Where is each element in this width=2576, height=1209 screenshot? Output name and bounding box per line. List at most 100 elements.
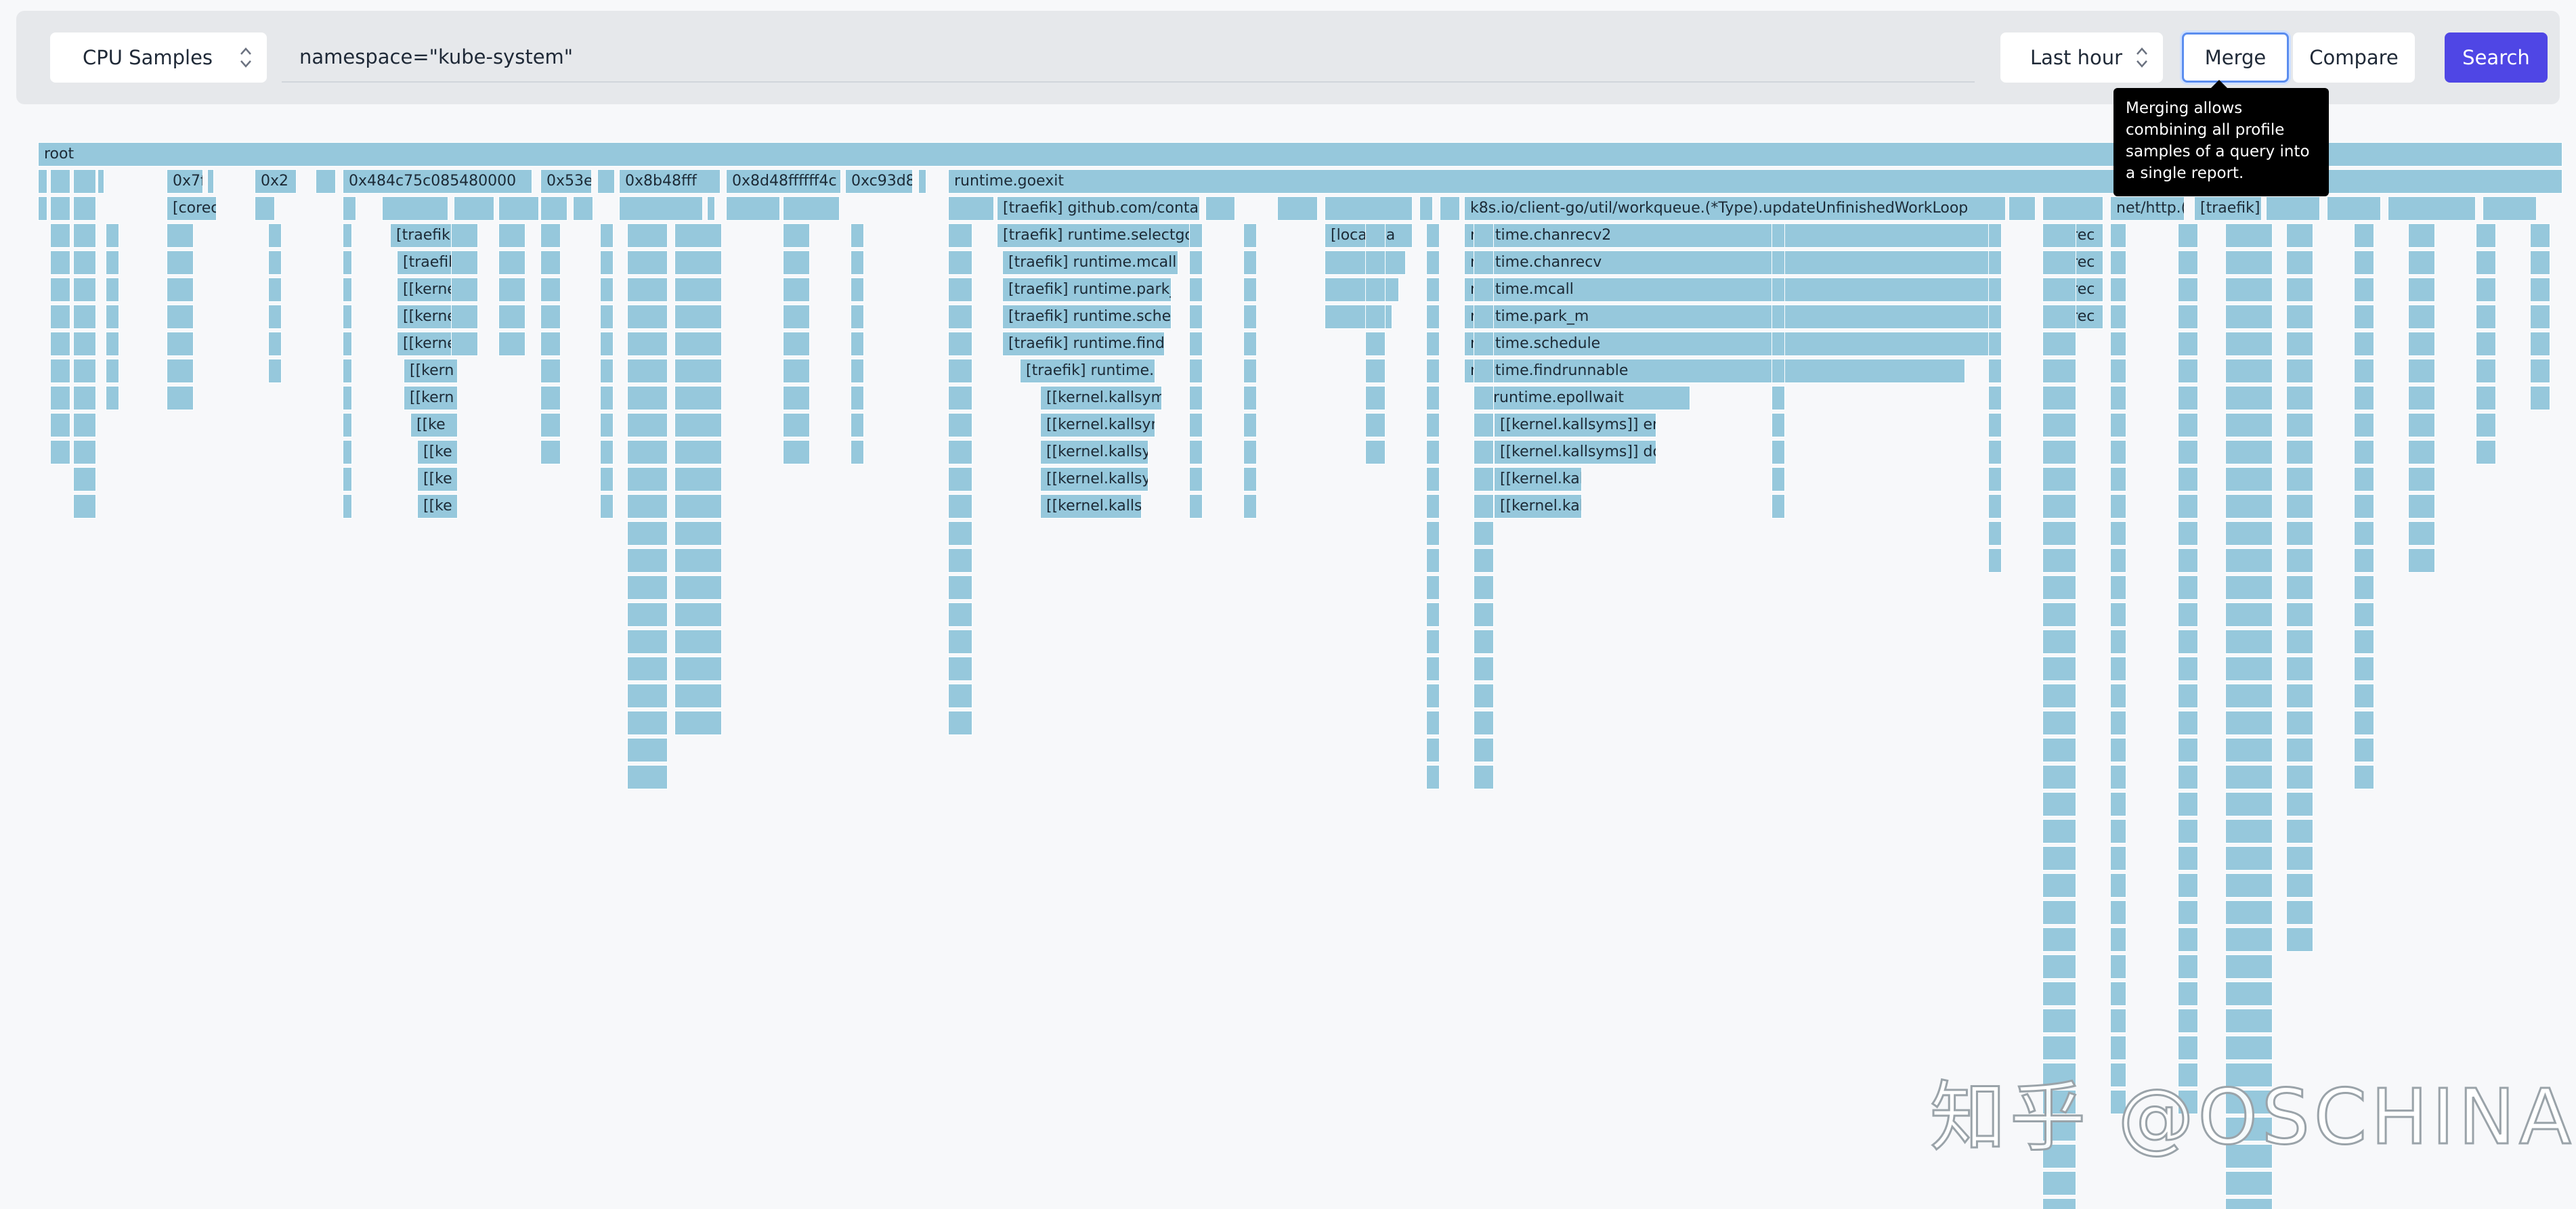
flame-frame[interactable] xyxy=(948,305,972,329)
flame-frame[interactable]: [[kernel.kallsyms] xyxy=(1494,467,1582,491)
flame-frame[interactable] xyxy=(600,386,614,410)
flame-frame[interactable] xyxy=(2178,278,2198,302)
flame-frame[interactable] xyxy=(2110,386,2126,410)
flame-frame[interactable] xyxy=(2042,413,2076,437)
flame-frame[interactable] xyxy=(2286,873,2313,898)
flame-frame[interactable] xyxy=(2286,711,2313,735)
flame-frame[interactable]: k8s.io/client-go/util/workqueue.(*Type).… xyxy=(1464,196,2006,221)
flame-frame[interactable] xyxy=(2286,900,2313,925)
flame-frame[interactable] xyxy=(2408,386,2435,410)
flame-frame[interactable] xyxy=(38,196,47,221)
flame-frame[interactable] xyxy=(627,630,668,654)
flame-frame[interactable] xyxy=(627,684,668,708)
flame-frame[interactable]: [[kerne xyxy=(397,332,458,356)
flame-frame[interactable] xyxy=(2354,413,2374,437)
flame-frame[interactable] xyxy=(343,278,352,302)
flame-frame[interactable] xyxy=(343,359,352,383)
flame-frame[interactable] xyxy=(674,684,722,708)
flame-frame[interactable] xyxy=(2110,575,2126,600)
flame-frame[interactable] xyxy=(540,386,561,410)
flame-frame[interactable] xyxy=(2225,1171,2273,1195)
flame-frame[interactable] xyxy=(2178,413,2198,437)
flame-frame[interactable] xyxy=(1988,494,2002,519)
flame-frame[interactable] xyxy=(948,413,972,437)
flame-frame[interactable] xyxy=(2225,278,2273,302)
flame-frame[interactable] xyxy=(2286,250,2313,275)
flame-frame[interactable] xyxy=(2286,846,2313,871)
flame-frame[interactable] xyxy=(2408,332,2435,356)
flame-frame[interactable] xyxy=(73,250,96,275)
flame-frame[interactable] xyxy=(2354,250,2374,275)
flame-frame[interactable] xyxy=(674,657,722,681)
flame-frame[interactable] xyxy=(2042,305,2076,329)
flame-frame[interactable] xyxy=(783,278,810,302)
flame-frame[interactable] xyxy=(2225,575,2273,600)
flame-frame[interactable] xyxy=(2042,792,2076,816)
flame-frame[interactable] xyxy=(498,223,525,248)
flame-frame[interactable]: [[ke xyxy=(417,440,458,464)
flame-frame[interactable] xyxy=(948,386,972,410)
flame-frame[interactable] xyxy=(1426,521,1440,546)
flame-frame[interactable] xyxy=(73,467,96,491)
flame-frame[interactable] xyxy=(2327,196,2381,221)
flame-frame[interactable]: [[ke xyxy=(417,467,458,491)
flame-frame[interactable] xyxy=(1365,440,1386,464)
flame-frame[interactable] xyxy=(1243,440,1257,464)
flame-frame[interactable] xyxy=(1474,332,1494,356)
flame-frame[interactable] xyxy=(627,738,668,762)
flame-frame[interactable] xyxy=(851,332,864,356)
flame-frame[interactable] xyxy=(50,196,70,221)
flame-frame[interactable] xyxy=(627,359,668,383)
flame-frame[interactable]: 0x8d48ffffff4c xyxy=(726,169,841,194)
flame-frame[interactable] xyxy=(167,386,194,410)
flame-frame[interactable] xyxy=(1426,467,1440,491)
flame-frame[interactable] xyxy=(540,332,561,356)
flame-frame[interactable] xyxy=(1426,548,1440,573)
flame-frame[interactable] xyxy=(627,575,668,600)
flame-frame[interactable]: 0x2 xyxy=(255,169,297,194)
flame-frame[interactable] xyxy=(627,440,668,464)
flame-frame[interactable] xyxy=(2178,711,2198,735)
flame-frame[interactable] xyxy=(948,684,972,708)
flame-frame[interactable] xyxy=(2042,1198,2076,1209)
flame-frame[interactable] xyxy=(948,440,972,464)
flame-frame[interactable] xyxy=(1243,250,1257,275)
flame-frame[interactable] xyxy=(2354,521,2374,546)
flame-frame[interactable] xyxy=(1772,413,1785,437)
flame-frame[interactable] xyxy=(2178,900,2198,925)
flame-frame[interactable] xyxy=(2225,982,2273,1006)
flame-frame[interactable] xyxy=(1189,359,1203,383)
flame-frame[interactable] xyxy=(2286,359,2313,383)
flame-frame[interactable] xyxy=(600,359,614,383)
flame-frame[interactable]: 0x53e xyxy=(540,169,592,194)
flame-frame[interactable] xyxy=(498,278,525,302)
flame-frame[interactable] xyxy=(627,657,668,681)
flame-frame[interactable] xyxy=(948,657,972,681)
flame-frame[interactable] xyxy=(1474,386,1494,410)
flame-frame[interactable] xyxy=(2266,196,2320,221)
flame-frame[interactable] xyxy=(167,305,194,329)
flame-frame[interactable] xyxy=(1772,359,1785,383)
flame-frame[interactable] xyxy=(2530,250,2550,275)
flame-frame[interactable] xyxy=(451,223,478,248)
flame-frame[interactable] xyxy=(540,278,561,302)
flame-frame[interactable] xyxy=(1426,250,1440,275)
flame-frame[interactable] xyxy=(674,711,722,735)
compare-button[interactable]: Compare xyxy=(2293,32,2415,83)
flame-frame[interactable] xyxy=(2225,413,2273,437)
flame-frame[interactable] xyxy=(1243,359,1257,383)
flame-frame[interactable] xyxy=(2530,223,2550,248)
flame-frame[interactable] xyxy=(50,386,70,410)
flame-frame[interactable] xyxy=(674,359,722,383)
flame-frame[interactable] xyxy=(2354,494,2374,519)
flame-frame[interactable] xyxy=(627,250,668,275)
flame-frame[interactable]: [[kern xyxy=(404,359,458,383)
flame-frame[interactable] xyxy=(1988,548,2002,573)
flame-frame[interactable] xyxy=(2286,521,2313,546)
flame-frame[interactable] xyxy=(1426,684,1440,708)
flame-frame[interactable] xyxy=(1988,250,2002,275)
flame-frame[interactable] xyxy=(1426,738,1440,762)
flame-frame[interactable]: [[kern xyxy=(404,386,458,410)
flame-frame[interactable] xyxy=(2225,440,2273,464)
flame-frame[interactable] xyxy=(106,359,119,383)
